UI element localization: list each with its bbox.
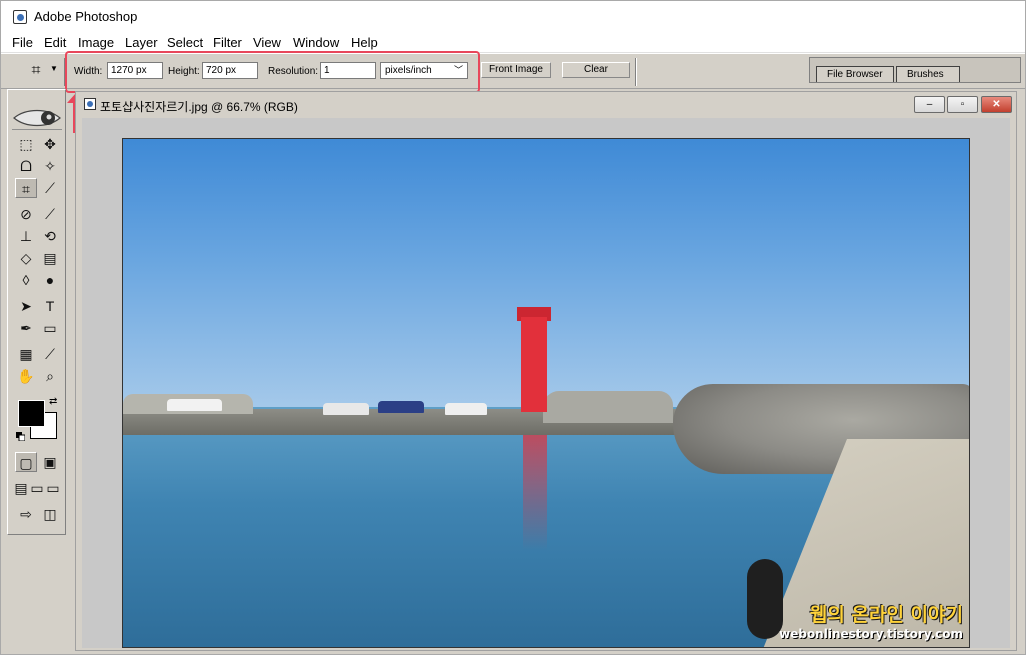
tetrapods-middle bbox=[543, 391, 673, 423]
shape-icon[interactable]: ▭ bbox=[39, 318, 61, 338]
watermark-title: 웹의 온라인 이야기 bbox=[809, 604, 963, 626]
car bbox=[323, 403, 369, 415]
car bbox=[445, 403, 487, 415]
menu-filter[interactable]: Filter bbox=[213, 35, 242, 50]
tab-file-browser[interactable]: File Browser bbox=[816, 66, 894, 82]
crop-icon[interactable]: ⌗ bbox=[25, 60, 47, 82]
foreground-color-swatch[interactable] bbox=[18, 400, 45, 427]
dodge-icon[interactable]: ● bbox=[39, 270, 61, 290]
screen-mode-full-menu-icon[interactable]: ▭ bbox=[29, 478, 45, 498]
pen-icon[interactable]: ✒ bbox=[15, 318, 37, 338]
magic-wand-icon[interactable]: ✧ bbox=[39, 156, 61, 176]
tool-preset-caret-icon[interactable]: ▼ bbox=[50, 64, 58, 73]
close-button[interactable]: ✕ bbox=[981, 96, 1012, 113]
app-title: Adobe Photoshop bbox=[34, 9, 138, 24]
options-separator bbox=[635, 58, 637, 86]
jump-to-imageready-icon[interactable]: ⇨ bbox=[15, 504, 37, 524]
car bbox=[167, 399, 222, 411]
document-window: 포토샵사진자르기.jpg @ 66.7% (RGB) – ▫ ✕ 웹의 온라인 … bbox=[75, 91, 1017, 651]
front-image-button[interactable]: Front Image bbox=[481, 62, 551, 78]
healing-brush-icon[interactable]: ⊘ bbox=[15, 204, 37, 224]
standard-mode-icon[interactable]: ▢ bbox=[15, 452, 37, 472]
gradient-icon[interactable]: ▤ bbox=[39, 248, 61, 268]
imageready-icon[interactable]: ◫ bbox=[39, 504, 61, 524]
history-brush-icon[interactable]: ⟲ bbox=[39, 226, 61, 246]
move-icon[interactable]: ✥ bbox=[39, 134, 61, 154]
title-bar: Adobe Photoshop bbox=[1, 1, 1025, 33]
document-title: 포토샵사진자르기.jpg @ 66.7% (RGB) bbox=[100, 100, 298, 114]
clear-button[interactable]: Clear bbox=[562, 62, 630, 78]
menu-layer[interactable]: Layer bbox=[125, 35, 158, 50]
screen-mode-standard-icon[interactable]: ▤ bbox=[13, 478, 29, 498]
menu-view[interactable]: View bbox=[253, 35, 281, 50]
document-icon bbox=[84, 98, 96, 110]
swap-colors-icon[interactable]: ⇄ bbox=[49, 396, 57, 407]
lasso-icon[interactable]: ᗝ bbox=[15, 156, 37, 176]
maximize-button[interactable]: ▫ bbox=[947, 96, 978, 113]
lighthouse bbox=[521, 317, 547, 412]
tab-brushes[interactable]: Brushes bbox=[896, 66, 960, 82]
car bbox=[378, 401, 424, 413]
toolbox: ⬚ ✥ ᗝ ✧ ⌗ ⟋ ⊘ ⟋ ⊥ ⟲ ◇ ▤ ◊ ● ➤ T ✒ ▭ ▦ ⟋ … bbox=[7, 89, 66, 535]
menu-edit[interactable]: Edit bbox=[44, 35, 66, 50]
menu-bar: File Edit Image Layer Select Filter View… bbox=[1, 33, 1025, 53]
screen-mode-full-icon[interactable]: ▭ bbox=[45, 478, 61, 498]
notes-icon[interactable]: ▦ bbox=[15, 344, 37, 364]
zoom-icon[interactable]: ⌕ bbox=[39, 366, 61, 386]
default-colors-icon[interactable] bbox=[16, 430, 26, 442]
watermark-url: webonlinestory.tistory.com bbox=[779, 627, 963, 641]
menu-file[interactable]: File bbox=[12, 35, 33, 50]
lighthouse-reflection bbox=[523, 431, 547, 551]
brush-icon[interactable]: ⟋ bbox=[39, 204, 61, 224]
document-title-bar: 포토샵사진자르기.jpg @ 66.7% (RGB) – ▫ ✕ bbox=[76, 92, 1016, 118]
blur-icon[interactable]: ◊ bbox=[15, 270, 37, 290]
clone-stamp-icon[interactable]: ⊥ bbox=[15, 226, 37, 246]
menu-select[interactable]: Select bbox=[167, 35, 203, 50]
photoshop-eye-logo[interactable] bbox=[12, 104, 62, 130]
photo-canvas[interactable]: 웹의 온라인 이야기 webonlinestory.tistory.com bbox=[122, 138, 970, 648]
palette-well: File Browser Brushes bbox=[809, 57, 1021, 83]
photoshop-app-icon bbox=[13, 10, 27, 24]
path-selection-icon[interactable]: ➤ bbox=[15, 296, 37, 316]
eyedropper-icon[interactable]: ⟋ bbox=[39, 344, 61, 364]
minimize-button[interactable]: – bbox=[914, 96, 945, 113]
annotation-highlight-box bbox=[65, 51, 480, 93]
quick-mask-icon[interactable]: ▣ bbox=[39, 452, 61, 472]
menu-help[interactable]: Help bbox=[351, 35, 378, 50]
hand-icon[interactable]: ✋ bbox=[15, 366, 37, 386]
crop-tool-icon[interactable]: ⌗ bbox=[15, 178, 37, 198]
menu-image[interactable]: Image bbox=[78, 35, 114, 50]
slice-icon[interactable]: ⟋ bbox=[39, 178, 61, 198]
watermark: 웹의 온라인 이야기 webonlinestory.tistory.com bbox=[779, 600, 963, 641]
type-icon[interactable]: T bbox=[39, 296, 61, 316]
menu-window[interactable]: Window bbox=[293, 35, 339, 50]
canvas-area[interactable]: 웹의 온라인 이야기 webonlinestory.tistory.com bbox=[82, 118, 1010, 648]
marquee-icon[interactable]: ⬚ bbox=[15, 134, 37, 154]
photoshop-window: Adobe Photoshop File Edit Image Layer Se… bbox=[0, 0, 1026, 655]
eraser-icon[interactable]: ◇ bbox=[15, 248, 37, 268]
pier-tire-fender bbox=[747, 559, 783, 639]
